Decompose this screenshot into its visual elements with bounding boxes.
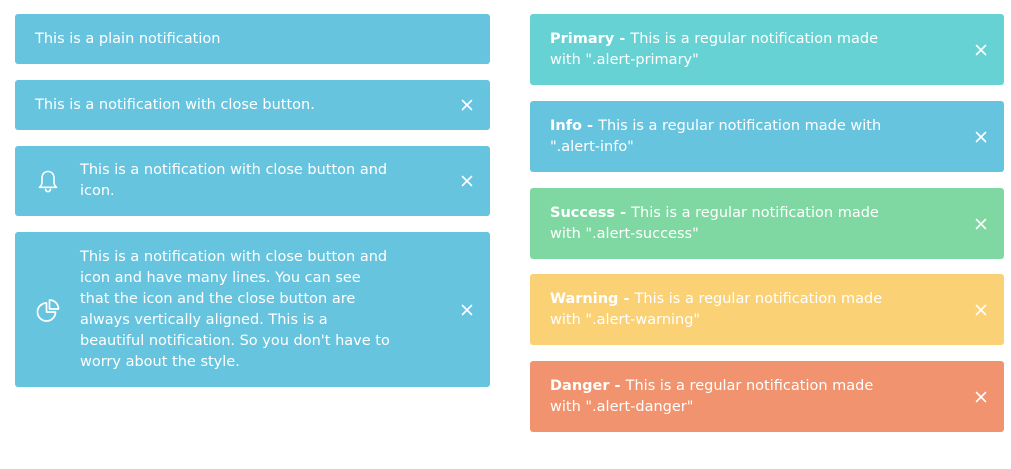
notification-with-close: This is a notification with close button… — [15, 80, 490, 130]
alert-title: Success - — [550, 204, 632, 221]
notification-text: Success - This is a regular notification… — [550, 203, 900, 245]
pie-chart-icon — [35, 297, 61, 323]
close-icon[interactable] — [975, 391, 987, 403]
notification-text: Danger - This is a regular notification … — [550, 376, 900, 418]
notification-text: Warning - This is a regular notification… — [550, 289, 900, 331]
plain-notification: This is a plain notification — [15, 14, 490, 64]
alert-success: Success - This is a regular notification… — [530, 188, 1004, 259]
close-icon[interactable] — [975, 304, 987, 316]
close-icon[interactable] — [461, 99, 473, 111]
alert-title: Danger - — [550, 377, 626, 394]
notification-text: This is a notification with close button… — [35, 96, 315, 113]
notification-with-icon: This is a notification with close button… — [15, 146, 490, 216]
notification-text: This is a notification with close button… — [80, 248, 390, 370]
alert-body: This is a regular notification made with… — [550, 117, 882, 155]
close-icon[interactable] — [975, 44, 987, 56]
close-icon[interactable] — [461, 304, 473, 316]
alert-title: Info - — [550, 117, 599, 134]
close-icon[interactable] — [975, 218, 987, 230]
bell-icon — [35, 168, 61, 194]
notification-text: Primary - This is a regular notification… — [550, 29, 900, 71]
alert-title: Warning - — [550, 290, 635, 307]
alert-warning: Warning - This is a regular notification… — [530, 274, 1004, 345]
multiline-notification: This is a notification with close button… — [15, 232, 490, 387]
close-icon[interactable] — [461, 175, 473, 187]
alert-title: Primary - — [550, 30, 631, 47]
alert-danger: Danger - This is a regular notification … — [530, 361, 1004, 432]
notification-text: This is a notification with close button… — [80, 162, 388, 199]
alert-info: Info - This is a regular notification ma… — [530, 101, 1004, 172]
notification-text: Info - This is a regular notification ma… — [550, 116, 900, 158]
close-icon[interactable] — [975, 131, 987, 143]
alert-primary: Primary - This is a regular notification… — [530, 14, 1004, 85]
notification-text: This is a plain notification — [35, 30, 221, 47]
